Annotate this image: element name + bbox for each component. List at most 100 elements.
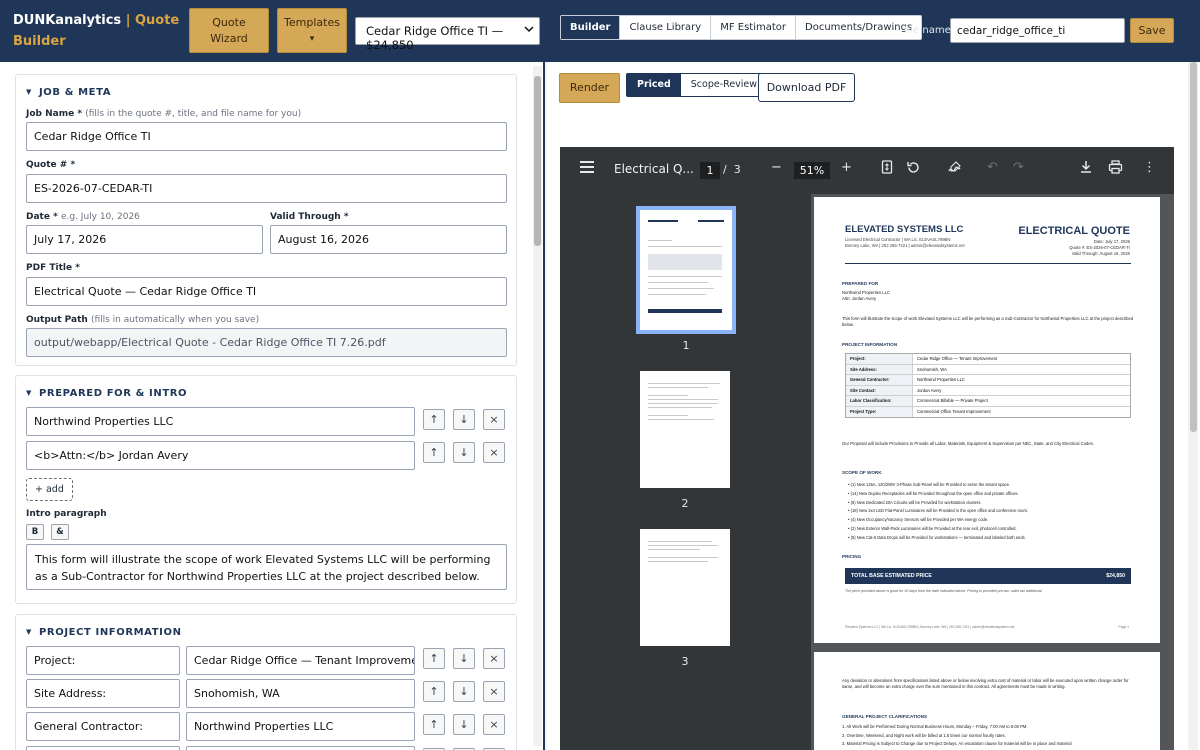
quote-number-input[interactable]: ES-2026-07-CEDAR-TI <box>26 174 507 203</box>
move-down-button[interactable]: ↓ <box>453 714 475 735</box>
move-down-button[interactable]: ↓ <box>453 442 475 463</box>
pdf-title-input[interactable]: Electrical Quote — Cedar Ridge Office TI <box>26 277 507 306</box>
print-icon[interactable] <box>1108 160 1123 178</box>
prepared-line-input[interactable]: <b>Attn:</b> Jordan Avery <box>26 441 415 470</box>
undo-icon[interactable]: ↶ <box>987 160 998 175</box>
remove-button[interactable]: × <box>483 648 505 669</box>
remove-button[interactable]: × <box>483 409 505 430</box>
zoom-out-icon[interactable]: − <box>771 160 782 175</box>
mode-priced[interactable]: Priced <box>627 74 681 96</box>
job-meta-section: ▼ JOB & META Job Name * (fills in the quo… <box>15 74 517 366</box>
save-button[interactable]: Save <box>1130 18 1174 43</box>
tab-builder[interactable]: Builder <box>561 16 621 39</box>
pdf-page: ELEVATED SYSTEMS LLC Licensed Electrical… <box>814 197 1160 643</box>
project-info-value-input[interactable]: Snohomish, WA <box>186 679 415 708</box>
brand-quote: Quote <box>134 13 180 28</box>
thumbnail-label: 2 <box>681 497 689 510</box>
project-info-value-input[interactable]: Cedar Ridge Office — Tenant Improvement <box>186 646 415 675</box>
pdf-prepared-heading: PREPARED FOR <box>842 281 879 286</box>
redo-icon[interactable]: ↷ <box>1013 160 1024 175</box>
project-info-header[interactable]: ▼ PROJECT INFORMATION <box>26 627 182 638</box>
quote-select[interactable]: Cedar Ridge Office TI — $24,850 <box>355 17 540 52</box>
download-icon[interactable] <box>1079 160 1093 178</box>
move-up-button[interactable]: ↑ <box>423 409 445 430</box>
prepared-for-header[interactable]: ▼ PREPARED FOR & INTRO <box>26 388 187 399</box>
scrollbar-thumb[interactable] <box>534 76 541 246</box>
mode-scope-review[interactable]: Scope-Review <box>681 74 767 96</box>
remove-button[interactable]: × <box>483 681 505 702</box>
output-path-field: output/webapp/Electrical Quote - Cedar R… <box>26 328 507 357</box>
download-pdf-button[interactable]: Download PDF <box>758 73 855 102</box>
output-path-label: Output Path (fills in automatically when… <box>26 315 260 325</box>
page-number-input[interactable]: 1 <box>700 162 720 179</box>
move-up-button[interactable]: ↑ <box>423 442 445 463</box>
brand-builder: Builder <box>13 34 66 49</box>
date-label: Date * e.g. July 10, 2026 <box>26 212 140 222</box>
templates-button[interactable]: Templates ▾ <box>277 8 347 53</box>
page-thumbnail[interactable] <box>640 529 730 646</box>
annotate-icon[interactable] <box>947 160 962 179</box>
pdf-page: Any deviation or alterations from specif… <box>814 652 1160 750</box>
pdf-viewer: Electrical Q... 1 / 3 − 51% + ↶ ↷ ⋮ 1 2 … <box>560 147 1174 750</box>
pdf-price-note: The price provided above is good for 30 … <box>845 589 1043 593</box>
page-thumbnail[interactable] <box>640 371 730 488</box>
move-up-button[interactable]: ↑ <box>423 681 445 702</box>
intro-paragraph-label: Intro paragraph <box>26 509 107 519</box>
job-name-input[interactable]: Cedar Ridge Office TI <box>26 122 507 151</box>
remove-button[interactable]: × <box>483 442 505 463</box>
project-info-value-input[interactable] <box>186 746 415 750</box>
app-brand: DUNKanalytics | Quote Builder <box>13 10 179 52</box>
render-button[interactable]: Render <box>559 73 620 103</box>
move-up-button[interactable]: ↑ <box>423 714 445 735</box>
quote-select-value: Cedar Ridge Office TI — $24,850 <box>366 24 504 52</box>
pdf-page-number: Page 1 <box>1118 625 1129 629</box>
move-up-button[interactable]: ↑ <box>423 648 445 669</box>
chevron-down-icon <box>524 24 534 37</box>
tab-mf-estimator[interactable]: MF Estimator <box>711 16 797 39</box>
pdf-toolbar: Electrical Q... 1 / 3 − 51% + ↶ ↷ ⋮ <box>560 147 1174 194</box>
move-down-button[interactable]: ↓ <box>453 681 475 702</box>
move-down-button[interactable]: ↓ <box>453 648 475 669</box>
project-info-key-input[interactable] <box>26 746 180 750</box>
prepared-line-input[interactable]: Northwind Properties LLC <box>26 407 415 436</box>
preview-mode-toggle: Priced Scope-Review <box>626 73 769 97</box>
ampersand-button[interactable]: & <box>51 524 69 540</box>
scrollbar-thumb[interactable] <box>1190 62 1197 432</box>
fit-page-icon[interactable] <box>881 160 893 178</box>
pdf-footer: Elevated Systems LLC | WA Lic. ELEVASL79… <box>845 625 1015 629</box>
project-info-key-input[interactable]: Project: <box>26 646 180 675</box>
rotate-icon[interactable] <box>906 160 921 179</box>
move-down-button[interactable]: ↓ <box>453 409 475 430</box>
pdf-meta: Date: July 17, 2026 Quote #: ES-2026-07-… <box>1069 239 1130 256</box>
valid-through-input[interactable]: August 16, 2026 <box>270 225 507 254</box>
job-name-label: Job Name * (fills in the quote #, title,… <box>26 109 302 119</box>
main-tabs: Builder Clause Library MF Estimator Docu… <box>560 15 923 40</box>
project-info-key-input[interactable]: General Contractor: <box>26 712 180 741</box>
menu-icon[interactable] <box>580 161 594 173</box>
project-info-value-input[interactable]: Northwind Properties LLC <box>186 712 415 741</box>
pdf-scope-list: • (1) New 125A, 120/208V 3-Phase Sub-Pan… <box>848 482 1028 540</box>
more-options-icon[interactable]: ⋮ <box>1143 160 1156 175</box>
tab-clause-library[interactable]: Clause Library <box>620 16 712 39</box>
valid-through-label: Valid Through * <box>270 212 349 222</box>
file-name-input[interactable]: cedar_ridge_office_ti <box>950 18 1125 43</box>
zoom-level[interactable]: 51% <box>794 162 830 179</box>
project-info-key-input[interactable]: Site Address: <box>26 679 180 708</box>
quote-number-label: Quote # * <box>26 160 76 170</box>
add-line-button[interactable]: + add <box>26 478 73 501</box>
bold-format-button[interactable]: B <box>26 524 44 540</box>
remove-button[interactable]: × <box>483 714 505 735</box>
job-meta-header[interactable]: ▼ JOB & META <box>26 87 111 98</box>
tab-documents-drawings[interactable]: Documents/Drawings <box>796 16 921 39</box>
quote-wizard-button[interactable]: Quote Wizard <box>189 8 269 53</box>
page-thumbnail[interactable] <box>636 206 736 334</box>
preview-panel: Render Priced Scope-Review Download PDF … <box>547 62 1200 750</box>
preview-scrollbar[interactable] <box>1188 62 1198 750</box>
file-name-label: file name: <box>904 25 955 36</box>
pdf-rule <box>845 263 1131 264</box>
intro-paragraph-textarea[interactable]: This form will illustrate the scope of w… <box>26 544 507 590</box>
brand-separator: | <box>125 13 131 28</box>
zoom-in-icon[interactable]: + <box>841 160 852 175</box>
builder-scrollbar[interactable] <box>533 66 542 746</box>
date-input[interactable]: July 17, 2026 <box>26 225 263 254</box>
